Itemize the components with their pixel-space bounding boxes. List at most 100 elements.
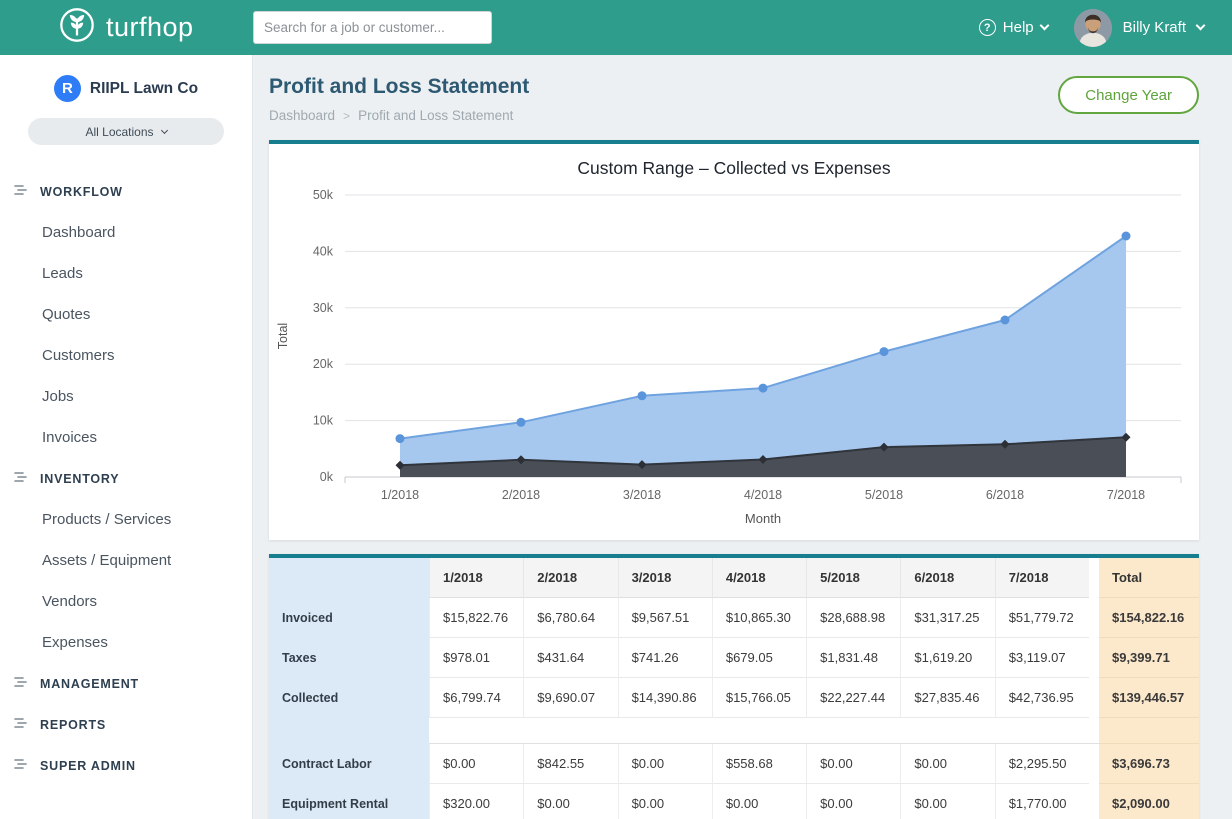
nav-section-label: INVENTORY — [40, 472, 119, 486]
breadcrumb-dashboard[interactable]: Dashboard — [269, 108, 335, 123]
turfhop-logo-icon — [58, 6, 96, 49]
pl-chart-svg: 0k10k20k30k40k50k1/20182/20183/20184/201… — [269, 181, 1199, 533]
table-cell: $0.00 — [806, 784, 900, 819]
svg-text:4/2018: 4/2018 — [744, 488, 782, 502]
breadcrumb-current: Profit and Loss Statement — [358, 108, 513, 123]
table-header-cell: 1/2018 — [429, 558, 523, 598]
table-total-cell: $2,090.00 — [1099, 784, 1199, 819]
user-menu[interactable]: Billy Kraft — [1074, 9, 1204, 47]
chart-card: Custom Range – Collected vs Expenses 0k1… — [269, 140, 1199, 540]
sidebar-item-invoices[interactable]: Invoices — [0, 417, 252, 458]
collected-area — [400, 236, 1126, 477]
table-total-cell: $139,446.57 — [1099, 678, 1199, 718]
location-selector-label: All Locations — [85, 125, 153, 139]
brand-name: turfhop — [106, 12, 194, 43]
table-row-label: Equipment Rental — [269, 784, 429, 819]
section-dashes-icon — [14, 184, 29, 199]
table-cell: $31,317.25 — [900, 598, 994, 638]
sidebar-item-customers[interactable]: Customers — [0, 335, 252, 376]
table-cell: $0.00 — [900, 784, 994, 819]
table-spacer-row — [269, 718, 1199, 744]
topbar: turfhop ? Help Billy Kraft — [0, 0, 1232, 55]
table-total-cell: $154,822.16 — [1099, 598, 1199, 638]
table-header-cell: 2/2018 — [523, 558, 617, 598]
table-total-cell: $9,399.71 — [1099, 638, 1199, 678]
table-cell: $6,780.64 — [523, 598, 617, 638]
table-cell: $431.64 — [523, 638, 617, 678]
table-row: Collected$6,799.74$9,690.07$14,390.86$15… — [269, 678, 1199, 718]
nav-section-inventory[interactable]: INVENTORY — [0, 458, 252, 499]
table-row: Contract Labor$0.00$842.55$0.00$558.68$0… — [269, 744, 1199, 784]
help-menu[interactable]: ? Help — [979, 19, 1048, 36]
company-name: RIIPL Lawn Co — [90, 80, 198, 98]
table-cell: $9,690.07 — [523, 678, 617, 718]
app-logo[interactable]: turfhop — [58, 6, 194, 49]
nav-section-management[interactable]: MANAGEMENT — [0, 663, 252, 704]
sidebar-item-assets-equipment[interactable]: Assets / Equipment — [0, 540, 252, 581]
table-total-cell: $3,696.73 — [1099, 744, 1199, 784]
table-cell: $14,390.86 — [618, 678, 712, 718]
sidebar-item-products-services[interactable]: Products / Services — [0, 499, 252, 540]
table-row-label — [269, 718, 429, 744]
table-cell: $0.00 — [618, 784, 712, 819]
company-avatar: R — [54, 75, 81, 102]
sidebar-nav: WORKFLOW Dashboard Leads Quotes Customer… — [0, 171, 252, 786]
table-cell: $1,619.20 — [900, 638, 994, 678]
table-cell: $0.00 — [712, 784, 806, 819]
location-selector[interactable]: All Locations — [28, 118, 224, 145]
table-header-cell: 7/2018 — [995, 558, 1089, 598]
table-corner-cell — [269, 558, 429, 598]
table-header-cell: 5/2018 — [806, 558, 900, 598]
chart-canvas[interactable]: 0k10k20k30k40k50k1/20182/20183/20184/201… — [269, 181, 1199, 538]
table-cell: $1,831.48 — [806, 638, 900, 678]
user-name: Billy Kraft — [1123, 19, 1186, 36]
svg-text:1/2018: 1/2018 — [381, 488, 419, 502]
nav-section-label: REPORTS — [40, 718, 106, 732]
svg-text:30k: 30k — [313, 301, 334, 315]
profit-loss-table: 1/20182/20183/20184/20185/20186/20187/20… — [269, 558, 1199, 819]
nav-section-label: WORKFLOW — [40, 185, 123, 199]
sidebar-item-vendors[interactable]: Vendors — [0, 581, 252, 622]
company-header: R RIIPL Lawn Co — [0, 55, 252, 102]
table-cell: $0.00 — [618, 744, 712, 784]
table-row: Taxes$978.01$431.64$741.26$679.05$1,831.… — [269, 638, 1199, 678]
nav-section-workflow[interactable]: WORKFLOW — [0, 171, 252, 212]
collected-point — [517, 418, 526, 427]
section-dashes-icon — [14, 471, 29, 486]
table-row-label: Collected — [269, 678, 429, 718]
sidebar-item-leads[interactable]: Leads — [0, 253, 252, 294]
table-row-label: Invoiced — [269, 598, 429, 638]
table-card: 1/20182/20183/20184/20185/20186/20187/20… — [269, 554, 1199, 819]
nav-section-super-admin[interactable]: SUPER ADMIN — [0, 745, 252, 786]
table-cell: $51,779.72 — [995, 598, 1089, 638]
table-cell: $0.00 — [523, 784, 617, 819]
collected-point — [638, 391, 647, 400]
table-cell: $0.00 — [900, 744, 994, 784]
table-header-cell: 6/2018 — [900, 558, 994, 598]
table-cell: $10,865.30 — [712, 598, 806, 638]
table-cell: $0.00 — [429, 744, 523, 784]
table-header-cell: 4/2018 — [712, 558, 806, 598]
svg-text:Total: Total — [276, 323, 290, 349]
breadcrumb-separator-icon: > — [343, 109, 350, 123]
change-year-button[interactable]: Change Year — [1058, 76, 1199, 114]
section-dashes-icon — [14, 676, 29, 691]
table-cell: $978.01 — [429, 638, 523, 678]
nav-section-reports[interactable]: REPORTS — [0, 704, 252, 745]
global-search-input[interactable] — [253, 11, 492, 44]
table-cell: $3,119.07 — [995, 638, 1089, 678]
sidebar-item-expenses[interactable]: Expenses — [0, 622, 252, 663]
svg-text:5/2018: 5/2018 — [865, 488, 903, 502]
collected-point — [759, 384, 768, 393]
table-spacer — [429, 718, 1099, 744]
sidebar-item-quotes[interactable]: Quotes — [0, 294, 252, 335]
svg-text:3/2018: 3/2018 — [623, 488, 661, 502]
sidebar: R RIIPL Lawn Co All Locations WORKFLOW D… — [0, 55, 253, 819]
table-cell: $15,766.05 — [712, 678, 806, 718]
sidebar-item-jobs[interactable]: Jobs — [0, 376, 252, 417]
sidebar-item-dashboard[interactable]: Dashboard — [0, 212, 252, 253]
svg-text:10k: 10k — [313, 414, 334, 428]
table-cell: $741.26 — [618, 638, 712, 678]
breadcrumb: Dashboard > Profit and Loss Statement — [269, 108, 1199, 123]
svg-text:50k: 50k — [313, 188, 334, 202]
